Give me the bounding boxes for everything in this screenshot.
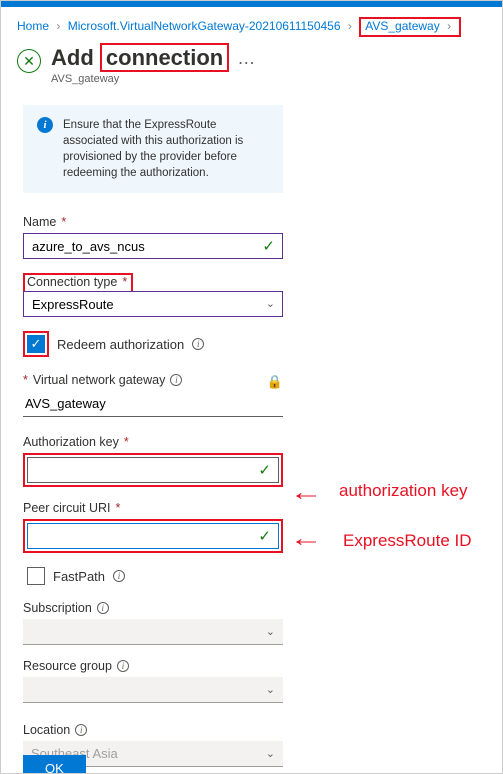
info-banner: i Ensure that the ExpressRoute associate… (23, 105, 283, 193)
help-icon[interactable]: i (75, 724, 87, 736)
help-icon[interactable]: i (97, 602, 109, 614)
redeem-label: Redeem authorization (57, 337, 184, 352)
ok-button[interactable]: OK (23, 755, 86, 773)
info-icon: i (37, 117, 53, 133)
chevron-right-icon: › (348, 19, 352, 33)
info-text: Ensure that the ExpressRoute associated … (63, 117, 269, 181)
close-icon[interactable]: ✕ (17, 49, 41, 73)
chevron-right-icon: › (56, 19, 60, 33)
help-icon[interactable]: i (117, 660, 129, 672)
annotation-auth-key: authorization key (339, 481, 468, 501)
annotation-expressroute-id: ExpressRoute ID (343, 531, 472, 551)
help-icon[interactable]: i (170, 374, 182, 386)
field-redeem-authorization: ✓ Redeem authorization i (23, 331, 480, 357)
name-input[interactable] (23, 233, 283, 259)
redeem-checkbox[interactable]: ✓ (27, 335, 45, 353)
resource-group-select[interactable] (23, 677, 283, 703)
breadcrumb-resource[interactable]: Microsoft.VirtualNetworkGateway-20210611… (68, 19, 341, 33)
help-icon[interactable]: i (113, 570, 125, 582)
chevron-right-icon: › (447, 19, 451, 33)
help-icon[interactable]: i (192, 338, 204, 350)
more-menu-button[interactable]: … (237, 48, 256, 69)
breadcrumb: Home › Microsoft.VirtualNetworkGateway-2… (1, 7, 502, 43)
breadcrumb-home[interactable]: Home (17, 19, 49, 33)
field-fastpath: FastPath i (27, 567, 480, 585)
field-authorization-key: Authorization key * ✓ (23, 435, 480, 487)
vng-input (23, 391, 283, 417)
fastpath-checkbox[interactable] (27, 567, 45, 585)
page-header: ✕ Add connection … AVS_gateway (1, 43, 502, 97)
arrow-icon: ← (289, 479, 323, 507)
arrow-icon: ← (289, 525, 323, 553)
field-name: Name * ✓ (23, 215, 480, 259)
field-subscription: Subscription i ⌄ (23, 601, 480, 645)
fastpath-label: FastPath (53, 569, 105, 584)
peer-circuit-uri-input[interactable] (27, 523, 279, 549)
connection-type-select[interactable] (23, 291, 283, 317)
field-vng: *Virtual network gateway i 🔒 (23, 373, 480, 417)
field-resource-group: Resource group i ⌄ (23, 659, 480, 703)
subscription-select[interactable] (23, 619, 283, 645)
authorization-key-input[interactable] (27, 457, 279, 483)
lock-icon: 🔒 (267, 374, 283, 390)
field-location: Location i ⌄ (23, 723, 480, 767)
breadcrumb-current[interactable]: AVS_gateway (365, 19, 440, 33)
field-connection-type: Connection type * ⌄ (23, 273, 480, 317)
page-title: Add connection (51, 45, 229, 71)
page-subtitle: AVS_gateway (51, 73, 256, 85)
